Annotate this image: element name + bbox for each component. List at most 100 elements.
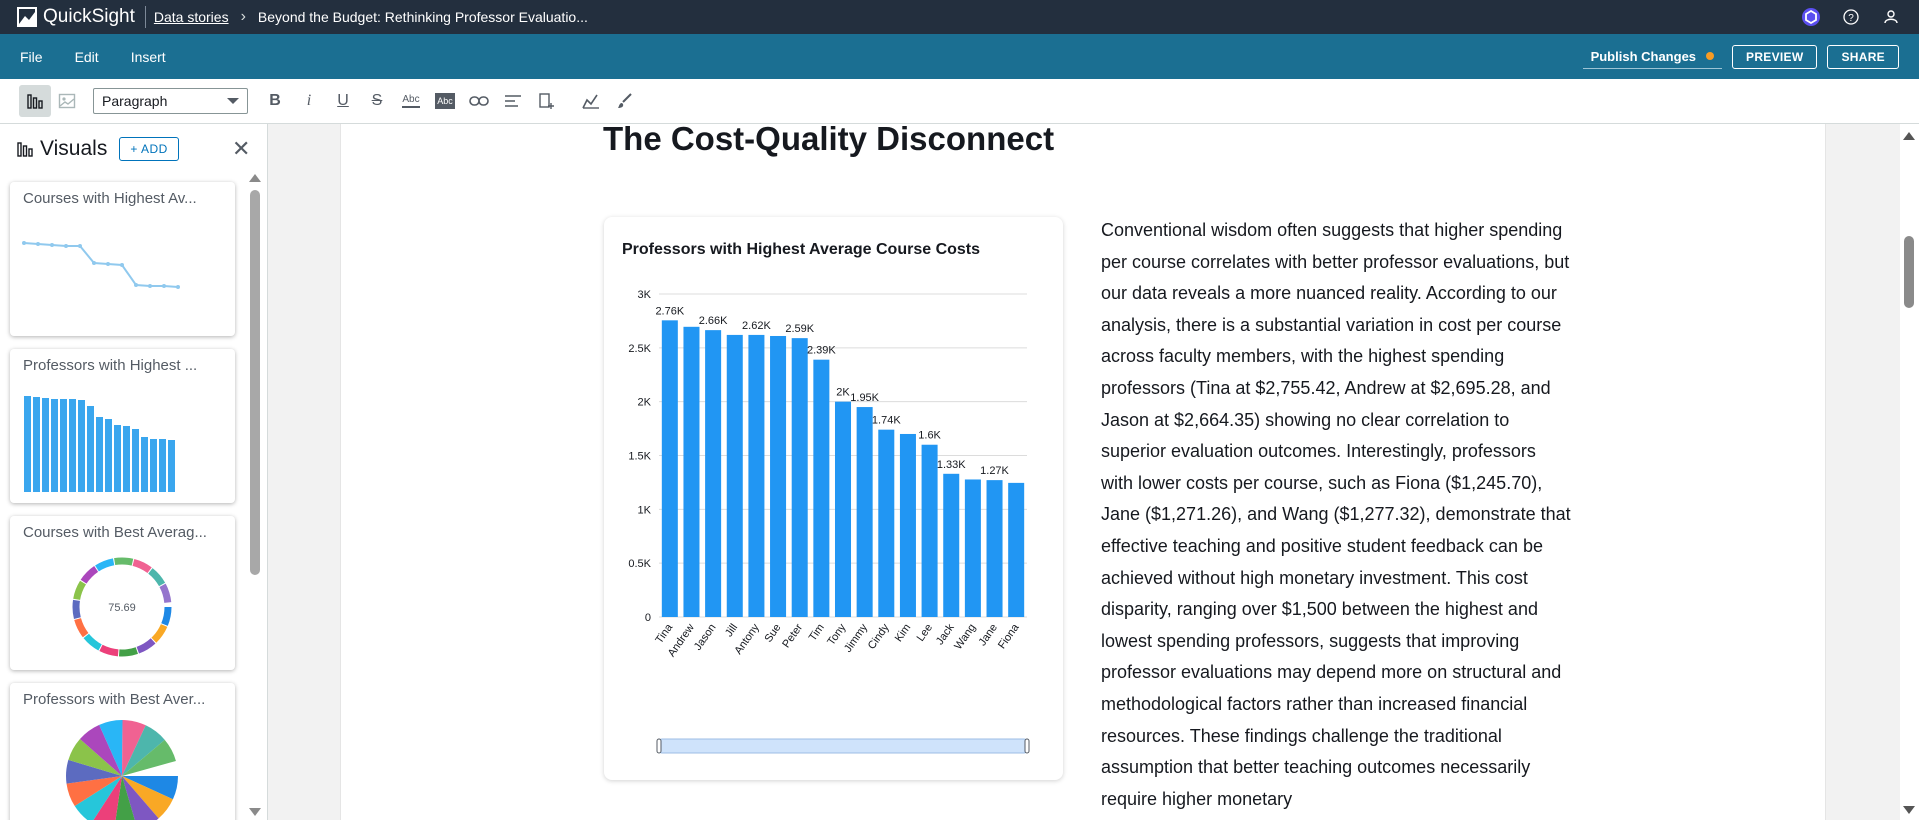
highlight-color-button[interactable]: Abc	[428, 86, 462, 116]
scroll-up-icon[interactable]	[249, 174, 261, 182]
publish-changes-button[interactable]: Publish Changes	[1582, 45, 1723, 69]
user-icon[interactable]	[1881, 7, 1901, 27]
donut-value: 75.69	[108, 602, 136, 614]
data-label: 2.62K	[742, 320, 771, 332]
text-color-button[interactable]: Abc	[394, 86, 428, 116]
top-bar: QuickSight Data stories › Beyond the Bud…	[0, 0, 1919, 34]
x-tick-label: Jimmy	[842, 621, 870, 654]
italic-icon: i	[306, 92, 312, 109]
visual-format-button[interactable]	[574, 86, 608, 116]
link-icon	[469, 96, 489, 106]
scrollbar-thumb[interactable]	[250, 190, 260, 575]
bar	[748, 334, 765, 617]
preview-button[interactable]: PREVIEW	[1732, 44, 1818, 69]
x-tick-label: Cindy	[866, 621, 892, 651]
bar	[791, 338, 808, 617]
data-label: 1.33K	[937, 459, 966, 471]
format-toolbar: Paragraph B i U S Abc Abc	[0, 79, 1919, 124]
visual-card[interactable]: Professors with Best Aver...	[10, 683, 235, 820]
y-tick-label: 2K	[638, 397, 652, 409]
data-label: 2.76K	[655, 305, 684, 317]
range-slider-track	[658, 738, 1028, 754]
visual-card[interactable]: Professors with Highest ...	[10, 349, 235, 503]
y-tick-label: 0	[645, 612, 651, 624]
menu-bar: File Edit Insert Publish Changes PREVIEW…	[0, 34, 1919, 79]
image-icon	[58, 93, 76, 109]
bar	[834, 401, 852, 617]
bar	[986, 480, 1003, 617]
underline-button[interactable]: U	[326, 86, 360, 116]
story-page	[340, 124, 1826, 820]
data-label: 1.95K	[850, 392, 879, 404]
highlight-color-icon: Abc	[435, 93, 455, 109]
chart-title: Professors with Highest Average Course C…	[622, 241, 981, 258]
bar	[770, 335, 787, 617]
x-tick-label: Jason	[692, 622, 719, 653]
visual-card-title: Courses with Highest Av...	[23, 190, 197, 207]
visual-card[interactable]: Courses with Best Averag... 75.69	[10, 516, 235, 670]
visual-card-title: Courses with Best Averag...	[23, 524, 207, 541]
menu-file[interactable]: File	[20, 49, 43, 65]
amazon-q-icon[interactable]	[1801, 7, 1821, 27]
data-label: 2.66K	[699, 315, 728, 327]
bar	[813, 359, 830, 617]
strikethrough-button[interactable]: S	[360, 86, 394, 116]
caret-down-icon	[227, 98, 239, 104]
visual-card[interactable]: Courses with Highest Av...	[10, 182, 235, 336]
scroll-down-icon[interactable]	[1903, 806, 1915, 814]
bar	[1008, 482, 1025, 617]
breadcrumb-data-stories[interactable]: Data stories	[154, 9, 229, 25]
pie-chart-thumbnail	[66, 720, 178, 820]
page-scrollbar[interactable]	[1900, 124, 1919, 820]
share-button[interactable]: SHARE	[1827, 44, 1899, 69]
app-name: QuickSight	[43, 6, 135, 27]
bar-chart-svg: 00.5K1K1.5K2K2.5K3K2.76KTinaAndrew2.66KJ…	[628, 289, 1030, 754]
range-slider-handle-left	[656, 738, 662, 754]
paragraph-style-select[interactable]: Paragraph	[93, 88, 248, 114]
menu-insert[interactable]: Insert	[131, 49, 166, 65]
visuals-panel-scrollbar[interactable]	[248, 174, 262, 820]
bold-button[interactable]: B	[258, 86, 292, 116]
quicksight-logo[interactable]: QuickSight	[17, 6, 135, 28]
italic-button[interactable]: i	[292, 86, 326, 116]
visuals-toggle-button[interactable]	[19, 85, 51, 117]
visual-card-title: Professors with Best Aver...	[23, 691, 206, 708]
scroll-up-icon[interactable]	[1903, 132, 1915, 140]
underline-icon: U	[337, 92, 349, 109]
x-tick-label: Lee	[915, 622, 935, 644]
visuals-panel: Visuals + ADD ✕ Courses with Highest Av.…	[0, 124, 268, 820]
bar	[856, 407, 873, 617]
x-tick-label: Jill	[723, 622, 740, 639]
x-tick-label: Wang	[952, 622, 978, 652]
align-button[interactable]	[496, 86, 530, 116]
insert-block-button[interactable]	[530, 86, 564, 116]
bar-chart-icon	[27, 94, 43, 109]
x-tick-label: Kim	[893, 622, 914, 644]
add-visual-button[interactable]: + ADD	[119, 137, 179, 161]
bar	[661, 320, 678, 617]
strikethrough-icon: S	[371, 92, 383, 109]
data-label: 1.27K	[980, 465, 1009, 477]
y-tick-label: 1K	[638, 504, 652, 516]
chevron-right-icon: ›	[240, 8, 246, 25]
divider	[144, 6, 146, 28]
close-icon[interactable]: ✕	[232, 136, 250, 162]
section-heading[interactable]: The Cost-Quality Disconnect	[603, 120, 1054, 158]
bar-chart-visual[interactable]: Professors with Highest Average Course C…	[604, 217, 1063, 780]
scrollbar-thumb[interactable]	[1904, 236, 1914, 308]
visual-card-title: Professors with Highest ...	[23, 357, 198, 374]
link-button[interactable]	[462, 86, 496, 116]
data-label: 1.74K	[872, 415, 901, 427]
y-tick-label: 3K	[638, 289, 652, 301]
story-paragraph[interactable]: Conventional wisdom often suggests that …	[1101, 215, 1571, 815]
scroll-down-icon[interactable]	[249, 808, 261, 816]
menu-edit[interactable]: Edit	[75, 49, 99, 65]
y-tick-label: 1.5K	[628, 451, 651, 463]
bar	[943, 473, 960, 617]
theme-brush-button[interactable]	[608, 86, 642, 116]
paragraph-style-value: Paragraph	[102, 93, 168, 109]
range-slider-handle-right	[1024, 738, 1030, 754]
help-icon[interactable]: ?	[1841, 7, 1861, 27]
data-label: 2.39K	[807, 345, 836, 357]
image-button[interactable]	[51, 85, 83, 117]
